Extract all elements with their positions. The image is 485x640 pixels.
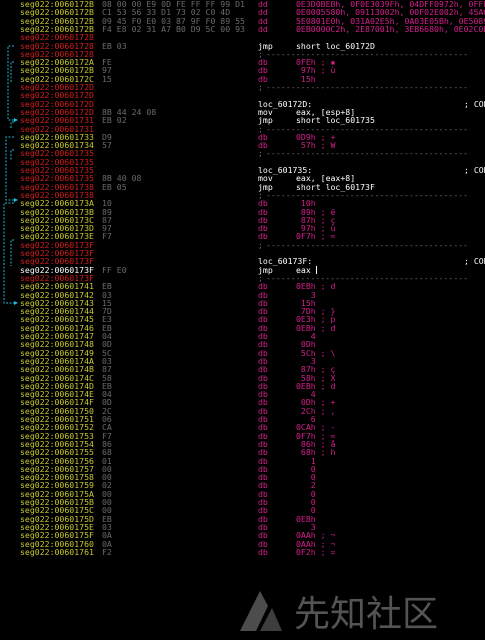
row-opcode-bytes: 57: [102, 140, 112, 151]
ida-disassembly-view[interactable]: seg022:0060172B 08 00 00 E9 0D FE FF FF 9…: [0, 0, 485, 640]
row-mnemonic: db: [258, 546, 268, 557]
row-opcode-bytes: EB 05: [102, 181, 127, 192]
row-opcode-bytes: EB 03: [102, 40, 127, 51]
row-opcode-bytes: FF E0: [102, 264, 127, 275]
row-mnemonic: ;: [258, 239, 263, 250]
row-opcode-bytes: F7: [102, 231, 112, 242]
row-opcode-bytes: F2: [102, 546, 112, 557]
row-operand: ----------------------------------------…: [266, 148, 469, 159]
row-opcode-bytes: F4 E8 02 31 A7 B0 D9 5C 00 93: [102, 23, 245, 34]
xref-comment: ; COD: [464, 165, 485, 175]
row-mnemonic: ;: [258, 82, 263, 92]
row-opcode-bytes: 15: [102, 73, 112, 84]
row-operand: 0EB0000C2h, 2E87001h, 3EB6680h, 0E02C0E3…: [296, 23, 485, 34]
watermark-text: 先知社区: [294, 594, 438, 635]
xref-comment: ; COD: [464, 98, 485, 109]
row-mnemonic: ;: [258, 148, 263, 159]
row-operand: ----------------------------------------…: [266, 239, 469, 250]
row-operand: ----------------------------------------…: [266, 82, 469, 92]
xref-comment: ; COD: [464, 256, 485, 267]
xianzhi-watermark-logo: 先知社区: [240, 591, 438, 635]
row-address: seg022:00601761: [20, 546, 94, 557]
row-opcode-bytes: EB 02: [102, 115, 127, 126]
listing-row[interactable]: seg022:00601761 F2 db 0F2h ; =: [0, 546, 485, 557]
row-mnemonic: dd: [258, 23, 268, 34]
row-operand: 0F2h ; =: [296, 546, 336, 557]
